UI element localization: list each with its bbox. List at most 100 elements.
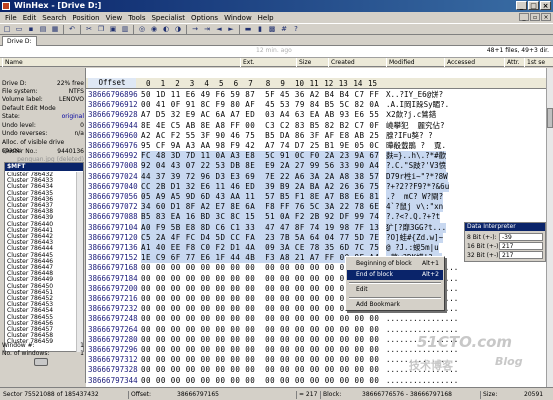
cluster-list[interactable]: $MFT Cluster 786432 Cluster 786433 Cluster…	[4, 162, 84, 352]
hex-row-text[interactable]: X..?IY_E6@饼?	[386, 90, 443, 100]
hex-row-bytes[interactable]: 00 00 00 00 00 00 00 00 00 00 00 00 00 0…	[141, 304, 379, 314]
minimize-button[interactable]: _	[516, 1, 527, 10]
hex-row[interactable]: 38666797232 00 00 00 00 00 00 00 00 00 00…	[86, 304, 546, 314]
hex-row-bytes[interactable]: 00 00 00 00 00 00 00 00 00 00 00 00 00 0…	[141, 284, 379, 294]
hex-row-bytes[interactable]: 8E 4E C5 AB 8E A8 FF 00 C3 C2 83 B5 82 B…	[141, 121, 379, 131]
properties-icon[interactable]: ▦	[50, 25, 60, 34]
hex-row-text[interactable]: 4`?鼠j v\:"xn	[386, 202, 444, 213]
cut-icon[interactable]: ✂	[84, 25, 94, 34]
hex-row[interactable]: 38666797248 00 00 00 00 00 00 00 00 00 00…	[86, 314, 546, 324]
hex-row[interactable]: 38666796976 95 CF 9A A3 AA 98 F9 42 A7 74…	[86, 141, 546, 151]
hex-row[interactable]: 38666797008 92 04 43 07 22 53 DB 8E E9 2A…	[86, 161, 546, 172]
hex-row-text[interactable]: .A.I岡I跺Sy睸?.	[386, 100, 449, 110]
hex-row[interactable]: 38666796928 A7 D5 32 E9 AC 6A A7 ED 03 A4…	[86, 110, 546, 120]
hex-row-bytes[interactable]: A7 D5 32 E9 AC 6A A7 ED 03 A4 63 EA AB 9…	[141, 110, 379, 120]
menu-search[interactable]: Search	[39, 14, 69, 22]
hex-row-bytes[interactable]: 00 00 00 00 00 00 00 00 00 00 00 00 00 0…	[141, 314, 379, 324]
undo-icon[interactable]: ↶	[67, 25, 77, 34]
hex-row[interactable]: 38666796896 50 1D 11 E6 49 F6 59 87 5F 45…	[86, 90, 546, 100]
hex-row-bytes[interactable]: 00 00 00 00 00 00 00 00 00 00 00 00 00 0…	[141, 335, 379, 345]
hex-row-bytes[interactable]: 00 00 00 00 00 00 00 00 00 00 00 00 00 0…	[141, 345, 379, 355]
hex-row-bytes[interactable]: 00 00 00 00 00 00 00 00 00 00 00 00 00 0…	[141, 263, 379, 273]
hex-row-bytes[interactable]: FC 48 3D 7D 11 0A A3 E8 5C 91 0C F0 2A 2…	[141, 151, 380, 162]
new-file-icon[interactable]: □	[2, 25, 12, 34]
hex-row-bytes[interactable]: CC 2B D1 32 E6 11 46 ED 39 B9 2A BA A2 2…	[141, 181, 380, 193]
goto-offset-icon[interactable]: ⇥	[202, 25, 212, 34]
hex-row-bytes[interactable]: 00 41 0F 91 8C F9 80 AF 45 53 79 84 B5 5…	[141, 100, 379, 110]
hex-row-bytes[interactable]: A1 40 EE F8 C0 F2 D1 4A 09 3A CE 78 35 6…	[141, 243, 380, 254]
cluster-list-scrollbar[interactable]	[76, 172, 83, 352]
hex-row[interactable]: 38666796944 8E 4E C5 AB 8E A8 FF 00 C3 C2…	[86, 121, 546, 131]
hex-row-text[interactable]: 曄殽臷鵑 ? 覔.	[386, 141, 446, 151]
hex-row-bytes[interactable]: 00 00 00 00 00 00 00 00 00 00 00 00 00 0…	[141, 355, 379, 365]
hex-row-text[interactable]: .? mC? W?閘?	[386, 192, 444, 203]
hex-row[interactable]: 38666796960 A2 AC F2 55 3F 90 46 75 B5 DA…	[86, 131, 546, 141]
col-name[interactable]: Name	[2, 58, 23, 67]
hex-row-text[interactable]: ................	[386, 314, 458, 324]
paste-icon[interactable]: ▣	[108, 25, 118, 34]
paste-zero-icon[interactable]: ▥	[120, 25, 130, 34]
replace-hex-icon[interactable]: ◑	[173, 25, 183, 34]
replace-icon[interactable]: ◐	[161, 25, 171, 34]
menu-help[interactable]: Help	[255, 14, 277, 22]
menu-file[interactable]: File	[2, 14, 20, 22]
hex-row-bytes[interactable]: 00 00 00 00 00 00 00 00 00 00 00 00 00 0…	[141, 274, 379, 284]
data-interpreter-title[interactable]: Data Interpreter	[465, 223, 545, 231]
hex-row-bytes[interactable]: 34 60 D1 8F A2 E7 8E 6A F8 FF 76 5C 3A 2…	[141, 202, 380, 213]
col-created[interactable]: Created	[328, 58, 355, 67]
menu-item-edit[interactable]: Edit	[347, 285, 443, 295]
hex-row[interactable]: 38666797056 05 A9 A5 9D 6D 43 AA 11 57 B5…	[86, 192, 546, 203]
hex-row-bytes[interactable]: 00 00 00 00 00 00 00 00 00 00 00 00 00 0…	[141, 294, 379, 304]
col-accessed[interactable]: Accessed	[444, 58, 475, 67]
hex-row-text[interactable]: 嶢攀犯 麗究佔?	[386, 121, 445, 131]
hex-row-text[interactable]: ?+?2??F9?*?&6u	[386, 181, 450, 193]
hex-row[interactable]: 38666797040 CC 2B D1 32 E6 11 46 ED 39 B9…	[86, 181, 546, 193]
hex-row[interactable]: 38666796912 00 41 0F 91 8C F9 80 AF 45 53…	[86, 100, 546, 110]
menu-tools[interactable]: Tools	[125, 14, 148, 22]
hex-row-text[interactable]: ?O]蛙#{Zd.w]~	[386, 232, 444, 244]
scrollbar-thumb[interactable]	[547, 108, 553, 128]
offset-header[interactable]: Offset	[88, 78, 136, 88]
menu-position[interactable]: Position	[69, 14, 102, 22]
hex-row-bytes[interactable]: 50 1D 11 E6 49 F6 59 87 5F 45 36 A2 B4 B…	[141, 90, 379, 100]
menu-specialist[interactable]: Specialist	[148, 14, 188, 22]
hex-row-bytes[interactable]: B5 83 EA 16 BD 3C 8C 15 51 0A F2 2B 92 D…	[141, 212, 380, 223]
hex-row-text[interactable]: 犷[?靡3GG?t...	[386, 222, 447, 233]
hex-row-bytes[interactable]: A0 F9 5B E8 8D C6 C1 33 47 47 8F 74 19 9…	[141, 222, 380, 233]
col-attr[interactable]: Attr.	[504, 58, 520, 67]
col-modified[interactable]: Modified	[386, 58, 415, 67]
hex-row-bytes[interactable]: 00 00 00 00 00 00 00 00 00 00 00 00 00 0…	[141, 365, 379, 375]
calculator-icon[interactable]: ▩	[267, 25, 277, 34]
hex-row[interactable]: 38666797200 00 00 00 00 00 00 00 00 00 00…	[86, 284, 546, 294]
hex-row-bytes[interactable]: 95 CF 9A A3 AA 98 F9 42 A7 74 D7 25 B1 9…	[141, 141, 379, 151]
find-hex-icon[interactable]: ◉	[149, 25, 159, 34]
hex-row-bytes[interactable]: 1E C9 6F 77 E6 1F 44 4B F3 A8 21 A7 FF 0…	[141, 253, 380, 264]
mdi-close-button[interactable]: ×	[541, 13, 551, 21]
back-icon[interactable]: ◄	[214, 25, 224, 34]
hex-row[interactable]: 38666796992 FC 48 3D 7D 11 0A A3 E8 5C 91…	[86, 151, 546, 162]
col-ext[interactable]: Ext.	[240, 58, 255, 67]
hex-scrollbar[interactable]	[546, 68, 553, 388]
hex-row-bytes[interactable]: 44 37 39 72 96 D3 E3 69 7E 22 A6 3A 2A A…	[141, 171, 380, 182]
hex-row-bytes[interactable]: A2 AC F2 55 3F 90 46 75 B5 DA 86 3F AF E…	[141, 131, 379, 141]
cluster-list-items[interactable]: Cluster 786432 Cluster 786433 Cluster 7864…	[5, 172, 77, 352]
print-icon[interactable]: ▤	[38, 25, 48, 34]
mdi-minimize-button[interactable]: _	[519, 13, 529, 21]
hex-row-bytes[interactable]: 92 04 43 07 22 53 DB 8E E9 2A 27 99 56 3…	[141, 161, 380, 172]
hex-row-text[interactable]: ?.?<?.Q.?+?t	[386, 212, 441, 223]
menu-item-add-bookmark[interactable]: Add Bookmark	[347, 300, 443, 310]
hex-row-text[interactable]: D79r栍i~"?*?8W	[386, 171, 448, 182]
menu-view[interactable]: View	[103, 14, 126, 22]
hex-row-text[interactable]: 麩=}..h\.?*#歡	[386, 151, 447, 162]
ram-icon[interactable]: ▮	[255, 25, 265, 34]
find-icon[interactable]: ◎	[137, 25, 147, 34]
tab-drive-d[interactable]: Drive D:	[2, 36, 37, 46]
col-first-sector[interactable]: 1st se	[524, 58, 545, 67]
hex-row[interactable]: 38666797184 00 00 00 00 00 00 00 00 00 00…	[86, 274, 546, 284]
col-size[interactable]: Size	[296, 58, 311, 67]
hex-row-text[interactable]: 腺?IFu獒? ?	[386, 131, 433, 141]
copy-icon[interactable]: ❐	[96, 25, 106, 34]
hex-row-bytes[interactable]: 00 00 00 00 00 00 00 00 00 00 00 00 00 0…	[141, 376, 379, 386]
hash-icon[interactable]: #	[279, 25, 289, 34]
hex-row-bytes[interactable]: 05 A9 A5 9D 6D 43 AA 11 57 B5 F1 8E A7 B…	[141, 192, 380, 203]
